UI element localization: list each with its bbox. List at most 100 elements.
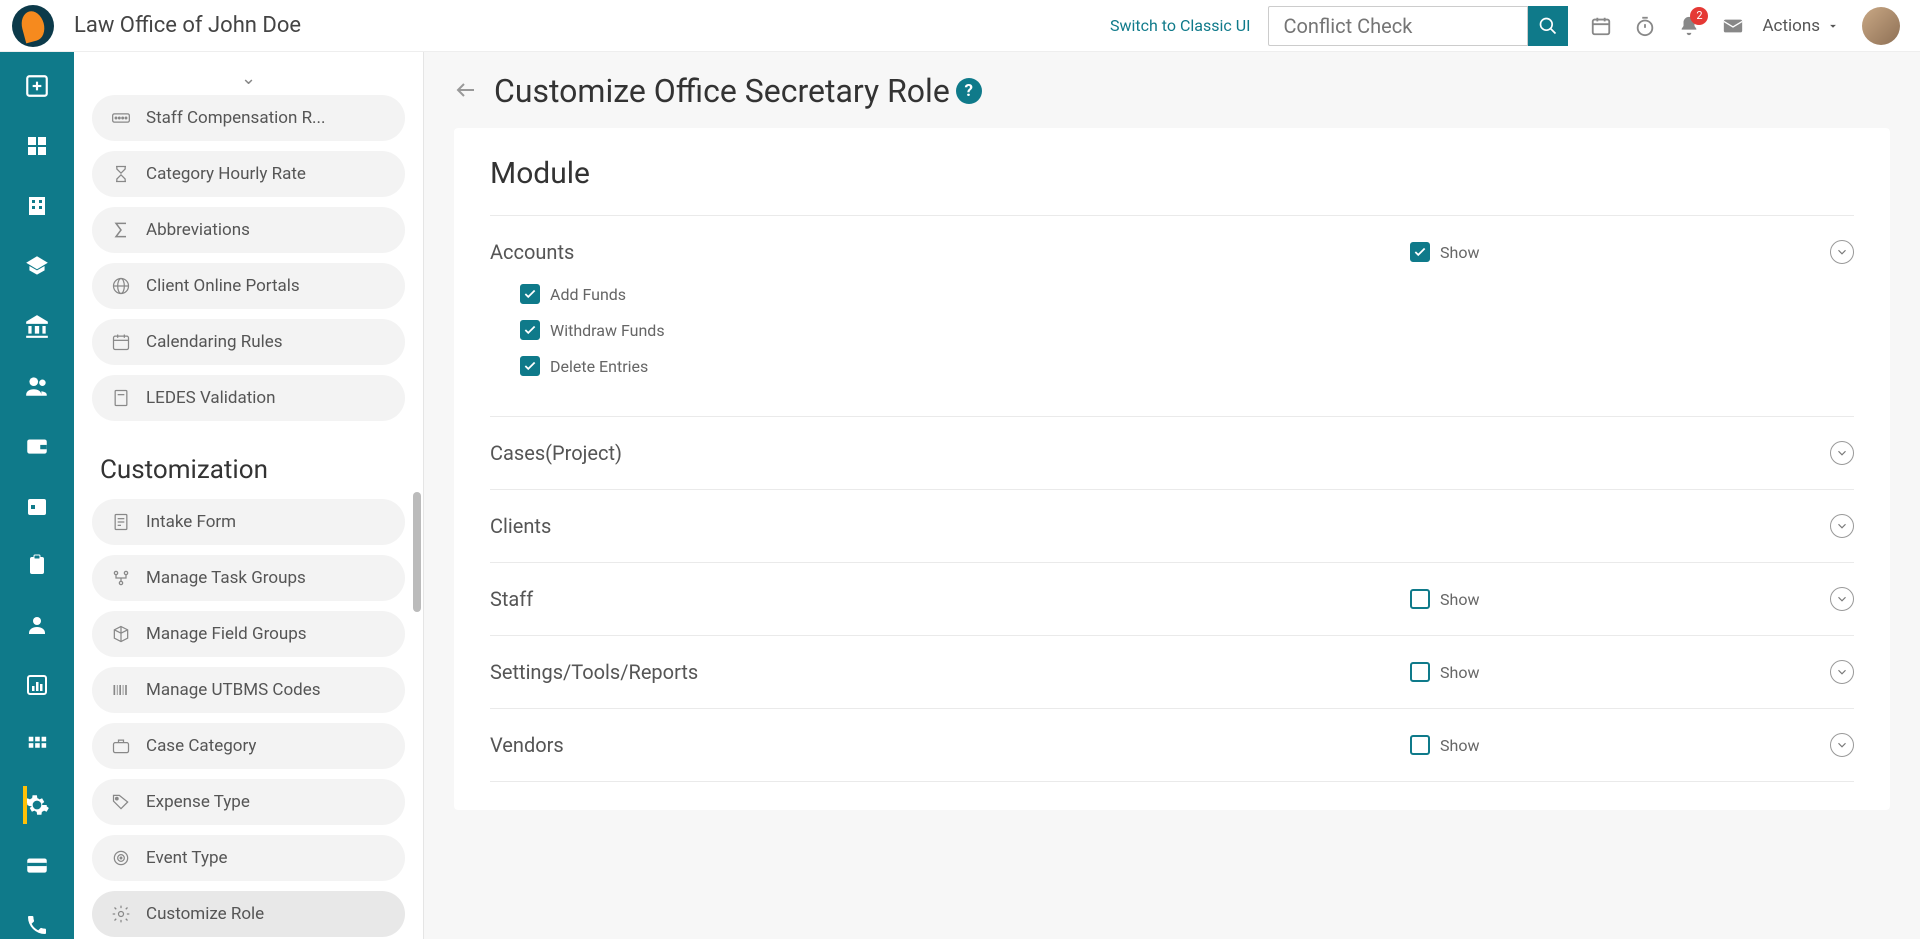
module-accounts: AccountsShowAdd FundsWithdraw FundsDelet… [490, 216, 1854, 417]
expand-toggle[interactable] [1830, 660, 1854, 684]
barcode-icon [110, 679, 132, 701]
settings-item-label: LEDES Validation [146, 388, 276, 408]
permission-checkbox[interactable] [520, 356, 540, 376]
settings-item-calendaring-rules[interactable]: Calendaring Rules [92, 319, 405, 365]
show-label: Show [1440, 736, 1479, 755]
mail-icon[interactable] [1722, 15, 1744, 37]
permission-checkbox[interactable] [520, 320, 540, 340]
settings-item-manage-utbms-codes[interactable]: Manage UTBMS Codes [92, 667, 405, 713]
rail-building-icon[interactable] [23, 192, 51, 220]
permission-label: Delete Entries [550, 357, 648, 376]
page-icon [110, 387, 132, 409]
bell-icon[interactable]: 2 [1678, 15, 1700, 37]
help-icon[interactable]: ? [956, 78, 982, 104]
show-label: Show [1440, 663, 1479, 682]
gear-icon [110, 903, 132, 925]
rail-card-icon[interactable] [23, 851, 51, 879]
back-button[interactable] [454, 78, 480, 104]
rail-dashboard-icon[interactable] [23, 132, 51, 160]
show-checkbox[interactable] [1410, 662, 1430, 682]
search-wrap [1268, 6, 1568, 46]
module-name: Vendors [490, 733, 1410, 757]
search-button[interactable] [1528, 6, 1568, 46]
module-settings-tools-reports: Settings/Tools/ReportsShow [490, 636, 1854, 709]
rail-settings-icon[interactable] [23, 791, 51, 819]
module-cases-project-: Cases(Project) [490, 417, 1854, 490]
expand-toggle[interactable] [1830, 514, 1854, 538]
customization-heading: Customization [92, 431, 405, 499]
settings-item-case-category[interactable]: Case Category [92, 723, 405, 769]
caret-down-icon [1826, 19, 1840, 33]
settings-item-label: Category Hourly Rate [146, 164, 306, 184]
rail-chart-icon[interactable] [23, 671, 51, 699]
notification-badge: 2 [1690, 7, 1708, 25]
rail-grid-icon[interactable] [23, 731, 51, 759]
module-name: Staff [490, 587, 1410, 611]
switch-classic-link[interactable]: Switch to Classic UI [1110, 16, 1250, 35]
settings-item-label: Staff Compensation R... [146, 108, 326, 128]
cube-icon [110, 623, 132, 645]
settings-item-label: Intake Form [146, 512, 236, 532]
permission-withdraw-funds: Withdraw Funds [520, 320, 1854, 340]
settings-item-label: Calendaring Rules [146, 332, 283, 352]
rail-clipboard-icon[interactable] [23, 552, 51, 580]
settings-item-abbreviations[interactable]: Abbreviations [92, 207, 405, 253]
target-icon [110, 847, 132, 869]
tag-icon [110, 791, 132, 813]
user-avatar[interactable] [1862, 7, 1900, 45]
rail-people-icon[interactable] [23, 372, 51, 400]
module-name: Cases(Project) [490, 441, 1410, 465]
rail-bank-icon[interactable] [23, 312, 51, 340]
show-label: Show [1440, 243, 1479, 262]
settings-item-label: Manage Field Groups [146, 624, 307, 644]
rail-schedule-icon[interactable] [23, 492, 51, 520]
settings-item-customize-role[interactable]: Customize Role [92, 891, 405, 937]
actions-menu[interactable]: Actions [1762, 16, 1840, 36]
permission-checkbox[interactable] [520, 284, 540, 304]
expand-toggle[interactable] [1830, 240, 1854, 264]
show-checkbox[interactable] [1410, 589, 1430, 609]
expand-toggle[interactable] [1830, 733, 1854, 757]
timer-icon[interactable] [1634, 15, 1656, 37]
permission-delete-entries: Delete Entries [520, 356, 1854, 376]
expand-toggle[interactable] [1830, 587, 1854, 611]
settings-item-ledes-validation[interactable]: LEDES Validation [92, 375, 405, 421]
settings-item-staff-compensation-r-[interactable]: Staff Compensation R... [92, 95, 405, 141]
main-content: Customize Office Secretary Role ? Module… [424, 52, 1920, 939]
module-card: Module AccountsShowAdd FundsWithdraw Fun… [454, 128, 1890, 810]
settings-item-category-hourly-rate[interactable]: Category Hourly Rate [92, 151, 405, 197]
settings-panel: ⌄ Staff Compensation R... Category Hourly… [74, 52, 424, 939]
search-icon [1538, 16, 1558, 36]
settings-item-expense-type[interactable]: Expense Type [92, 779, 405, 825]
settings-item-label: Client Online Portals [146, 276, 300, 296]
permission-label: Withdraw Funds [550, 321, 665, 340]
settings-item-label: Abbreviations [146, 220, 250, 240]
scrollbar-thumb[interactable] [413, 492, 421, 612]
rail-education-icon[interactable] [23, 252, 51, 280]
page-title: Customize Office Secretary Role ? [494, 72, 982, 110]
settings-item-intake-form[interactable]: Intake Form [92, 499, 405, 545]
settings-item-label: Event Type [146, 848, 228, 868]
rail-wallet-icon[interactable] [23, 432, 51, 460]
settings-item-manage-field-groups[interactable]: Manage Field Groups [92, 611, 405, 657]
calendar-icon[interactable] [1590, 15, 1612, 37]
nodes-icon [110, 567, 132, 589]
expand-toggle[interactable] [1830, 441, 1854, 465]
module-clients: Clients [490, 490, 1854, 563]
rail-create-icon[interactable] [23, 72, 51, 100]
settings-item-label: Manage Task Groups [146, 568, 306, 588]
show-checkbox[interactable] [1410, 242, 1430, 262]
calendar-icon [110, 331, 132, 353]
scroll-up-caret[interactable]: ⌄ [92, 62, 405, 95]
show-label: Show [1440, 590, 1479, 609]
settings-item-label: Customize Role [146, 904, 264, 924]
show-checkbox[interactable] [1410, 735, 1430, 755]
rail-phone-icon[interactable] [23, 911, 51, 939]
rail-person-icon[interactable] [23, 611, 51, 639]
conflict-check-input[interactable] [1268, 6, 1528, 46]
briefcase-icon [110, 735, 132, 757]
settings-item-event-type[interactable]: Event Type [92, 835, 405, 881]
actions-label: Actions [1762, 16, 1820, 36]
settings-item-manage-task-groups[interactable]: Manage Task Groups [92, 555, 405, 601]
settings-item-client-online-portals[interactable]: Client Online Portals [92, 263, 405, 309]
